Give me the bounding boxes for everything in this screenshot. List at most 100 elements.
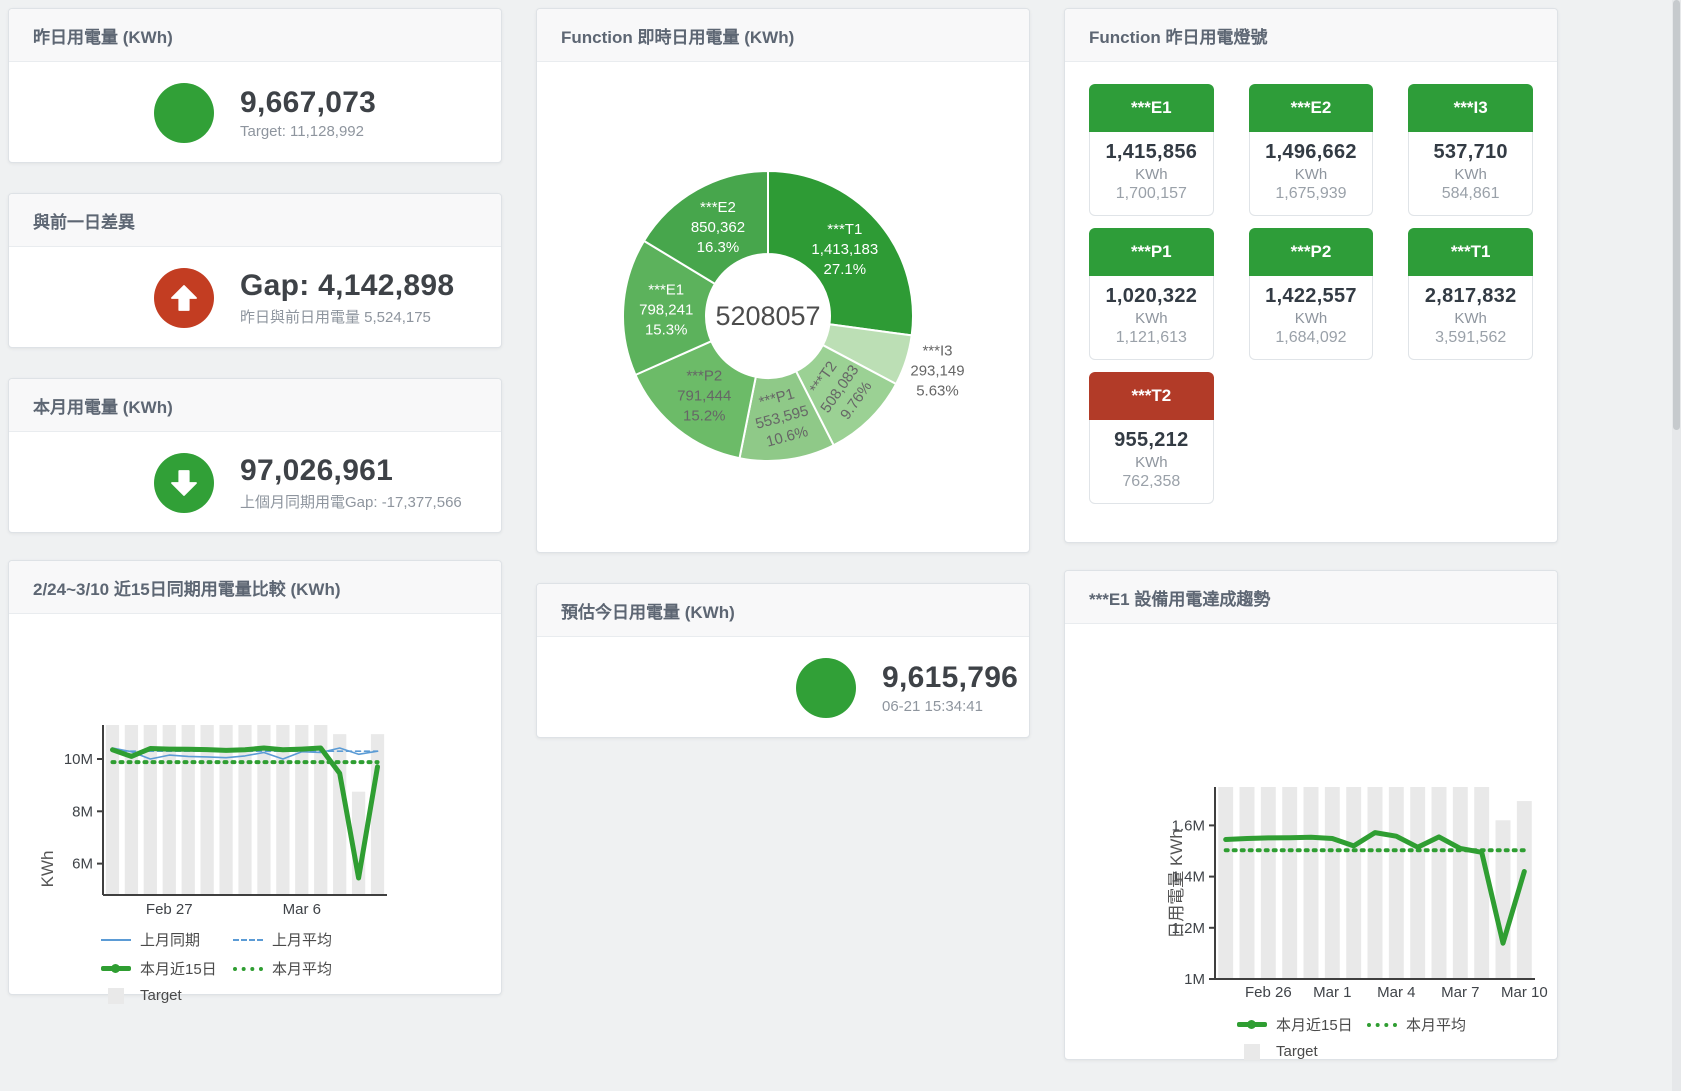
compare-line-chart[interactable]: 6M8M10MFeb 27Mar 6KWh	[9, 614, 501, 919]
target-bar	[1325, 787, 1340, 979]
legend-label: 上月同期	[140, 929, 200, 950]
legend-item[interactable]: 上月同期	[101, 929, 233, 950]
kpi-day-gap: Gap: 4,142,898 昨日與前日用電量 5,524,175	[9, 247, 501, 348]
card-title-status-lights: Function 昨日用電燈號	[1065, 9, 1557, 62]
legend-label: 本月平均	[1406, 1014, 1466, 1035]
compare-chart-legend: 上月同期 上月平均本月近15日 本月平均 Target	[101, 929, 501, 1004]
kpi-text: 9,667,073 Target: 11,128,992	[240, 86, 376, 140]
card-compare-chart: 2/24~3/10 近15日同期用電量比較 (KWh) 6M8M10MFeb 2…	[8, 560, 502, 995]
x-tick-label: Mar 7	[1441, 984, 1479, 1001]
card-title-month-usage: 本月用電量 (KWh)	[9, 379, 501, 432]
scrollbar-thumb[interactable]	[1673, 0, 1680, 430]
kpi-timestamp: 06-21 15:34:41	[882, 698, 1018, 715]
status-tile-E1: ***E11,415,856KWh1,700,157	[1089, 84, 1214, 216]
tile-unit-label: KWh	[1094, 310, 1209, 327]
legend-label: 本月近15日	[140, 958, 217, 979]
target-bar	[1346, 787, 1361, 979]
legend-dots-swatch-icon	[233, 967, 263, 971]
card-title-trend-chart: ***E1 設備用電達成趨勢	[1065, 571, 1557, 624]
kpi-value: 97,026,961	[240, 454, 462, 488]
tile-unit-label: KWh	[1094, 454, 1209, 471]
trend-line-chart[interactable]: 1M1.2M1.4M1.6MFeb 26Mar 1Mar 4Mar 7Mar 1…	[1065, 624, 1557, 1004]
tile-target-value: 1,684,092	[1254, 329, 1369, 347]
y-tick-label: 10M	[64, 751, 93, 768]
card-day-gap: 與前一日差異 Gap: 4,142,898 昨日與前日用電量 5,524,175	[8, 193, 502, 348]
target-bar	[1410, 787, 1425, 979]
legend-row: Target	[101, 987, 501, 1004]
tile-status-header: ***E1	[1089, 84, 1214, 132]
legend-thickline-swatch-icon	[1237, 1022, 1267, 1027]
target-bar	[1453, 787, 1468, 979]
tile-target-value: 762,358	[1094, 473, 1209, 491]
legend-dash-swatch-icon	[233, 939, 263, 941]
x-tick-label: Mar 4	[1377, 984, 1415, 1001]
kpi-estimate: 9,615,796 06-21 15:34:41	[537, 637, 1029, 738]
kpi-value: 9,615,796	[882, 661, 1018, 695]
status-tile-P1: ***P11,020,322KWh1,121,613	[1089, 228, 1214, 360]
status-tiles-grid: ***E11,415,856KWh1,700,157***E21,496,662…	[1065, 62, 1557, 504]
tile-body: 1,422,557KWh1,684,092	[1249, 276, 1374, 360]
legend-thickline-swatch-icon	[101, 966, 131, 971]
function-usage-donut-chart[interactable]: ***T11,413,18327.1%***I3293,1495.63%***T…	[537, 62, 1029, 553]
legend-item[interactable]: 本月近15日	[1237, 1014, 1367, 1035]
page-scrollbar[interactable]	[1672, 0, 1681, 1091]
target-bar	[1218, 787, 1233, 979]
tile-target-value: 1,675,939	[1254, 185, 1369, 203]
tile-body: 955,212 KWh 762,358	[1089, 420, 1214, 504]
legend-item[interactable]: 本月平均	[233, 958, 365, 979]
legend-line-swatch-icon	[101, 939, 131, 941]
legend-item[interactable]: 本月近15日	[101, 958, 233, 979]
legend-label: 上月平均	[272, 929, 332, 950]
target-bar	[333, 734, 346, 895]
tile-value: 1,422,557	[1254, 285, 1369, 308]
target-bar	[1261, 787, 1276, 979]
green-down-arrow-icon	[154, 453, 214, 513]
kpi-month: 97,026,961 上個月同期用電Gap: -17,377,566	[9, 432, 501, 533]
target-bar	[1432, 787, 1447, 979]
tile-unit-label: KWh	[1094, 166, 1209, 183]
legend-row: 本月近15日 本月平均	[1237, 1014, 1557, 1035]
energy-dashboard: 昨日用電量 (KWh) 9,667,073 Target: 11,128,992…	[0, 0, 1681, 1091]
legend-box-swatch-icon	[108, 988, 124, 1004]
legend-dots-swatch-icon	[1367, 1023, 1397, 1027]
legend-box-swatch-icon	[1244, 1044, 1260, 1060]
kpi-yesterday: 9,667,073 Target: 11,128,992	[9, 62, 501, 163]
y-tick-label: 1M	[1184, 971, 1205, 988]
legend-label: 本月平均	[272, 958, 332, 979]
card-status-lights: Function 昨日用電燈號 ***E11,415,856KWh1,700,1…	[1064, 8, 1558, 543]
kpi-text: Gap: 4,142,898 昨日與前日用電量 5,524,175	[240, 269, 454, 327]
target-bar	[1282, 787, 1297, 979]
legend-item[interactable]: 本月平均	[1367, 1014, 1497, 1035]
target-bar	[1496, 820, 1511, 979]
tile-target-value: 1,700,157	[1094, 185, 1209, 203]
card-yesterday-usage: 昨日用電量 (KWh) 9,667,073 Target: 11,128,992	[8, 8, 502, 163]
legend-item[interactable]: 上月平均	[233, 929, 365, 950]
kpi-subtitle: 昨日與前日用電量 5,524,175	[240, 306, 454, 327]
tile-value: 955,212	[1094, 429, 1209, 452]
kpi-value: Gap: 4,142,898	[240, 269, 454, 303]
x-tick-label: Mar 6	[283, 901, 321, 918]
card-title-estimate-today: 預估今日用電量 (KWh)	[537, 584, 1029, 637]
card-month-usage: 本月用電量 (KWh) 97,026,961 上個月同期用電Gap: -17,3…	[8, 378, 502, 533]
status-tile-E2: ***E21,496,662KWh1,675,939	[1249, 84, 1374, 216]
status-tile-T1: ***T12,817,832KWh3,591,562	[1408, 228, 1533, 360]
tile-value: 1,496,662	[1254, 141, 1369, 164]
legend-row: Target	[1237, 1043, 1557, 1060]
tile-value: 1,020,322	[1094, 285, 1209, 308]
x-tick-label: Feb 26	[1245, 984, 1292, 1001]
legend-item[interactable]: Target	[1237, 1043, 1367, 1060]
green-status-circle-icon	[796, 658, 856, 718]
x-tick-label: Feb 27	[146, 901, 193, 918]
legend-item[interactable]: Target	[101, 987, 233, 1004]
y-axis-title: 日用電量 KWh	[1167, 829, 1186, 939]
tile-status-header: ***P2	[1249, 228, 1374, 276]
tile-status-header: ***T2	[1089, 372, 1214, 420]
status-tile-T2: ***T2 955,212 KWh 762,358	[1089, 372, 1214, 504]
tile-target-value: 584,861	[1413, 185, 1528, 203]
card-title-day-gap: 與前一日差異	[9, 194, 501, 247]
donut-slice-label: ***I3293,1495.63%	[910, 342, 964, 399]
tile-body: 1,415,856KWh1,700,157	[1089, 132, 1214, 216]
status-tile-P2: ***P21,422,557KWh1,684,092	[1249, 228, 1374, 360]
tile-unit-label: KWh	[1413, 166, 1528, 183]
legend-line-dot	[111, 964, 120, 973]
